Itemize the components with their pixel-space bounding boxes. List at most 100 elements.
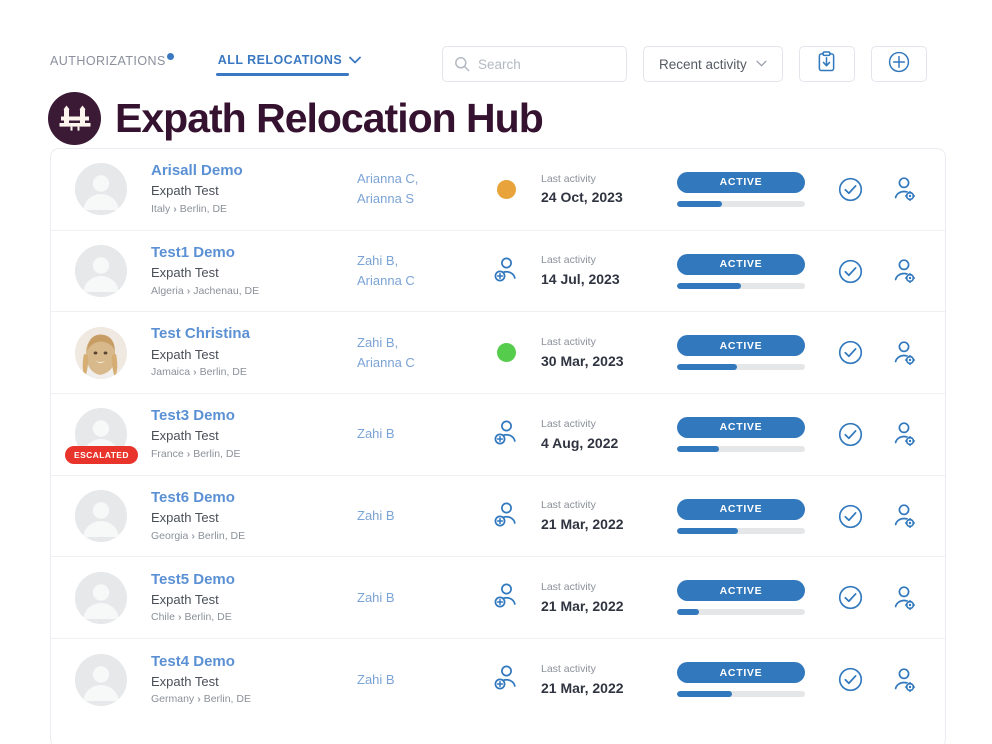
person-name[interactable]: Arisall Demo (151, 161, 351, 181)
assignee-name[interactable]: Zahi B (357, 506, 477, 526)
last-activity: Last activity 21 Mar, 2022 (541, 497, 661, 534)
table-row[interactable]: Test6 Demo Expath Test Georgia › Berlin, DE Z… (51, 476, 945, 558)
person-name[interactable]: Test6 Demo (151, 488, 351, 508)
last-activity-date: 4 Aug, 2022 (541, 434, 619, 451)
manage-user-gear-icon[interactable] (891, 258, 917, 284)
person-add-icon[interactable] (493, 256, 519, 287)
progress-bar-fill (677, 527, 739, 534)
status-badge: ACTIVE (677, 335, 805, 357)
table-row[interactable]: Test Christina Expath Test Jamaica › Berlin,… (51, 312, 945, 395)
assignee-name[interactable]: Arianna C (357, 353, 477, 373)
search-input[interactable] (478, 48, 655, 80)
progress-bar (677, 364, 805, 371)
approve-check-icon[interactable] (838, 259, 863, 284)
assignee-name[interactable]: Arianna C, (357, 169, 477, 189)
progress-bar (677, 200, 805, 207)
manage-user-gear-icon[interactable] (891, 421, 917, 447)
progress-column: ACTIVE (677, 662, 805, 698)
route-arrow-icon: › (186, 284, 191, 297)
person-name[interactable]: Test4 Demo (151, 652, 351, 672)
person-add-icon[interactable] (493, 501, 519, 532)
manage-user-gear-icon[interactable] (891, 585, 917, 611)
status-mark (477, 582, 535, 613)
manage-user-gear-icon[interactable] (891, 503, 917, 529)
assignees: Zahi B (357, 424, 477, 444)
person-info: Test3 Demo Expath Test France › Berlin, DE (151, 406, 351, 463)
assignee-name[interactable]: Arianna S (357, 189, 477, 209)
person-add-icon[interactable] (493, 582, 519, 613)
assignee-name[interactable]: Zahi B (357, 588, 477, 608)
person-add-icon[interactable] (493, 419, 519, 450)
avatar[interactable] (75, 245, 127, 298)
avatar-wrapper (75, 653, 127, 706)
last-activity: Last activity 30 Mar, 2023 (541, 334, 661, 371)
approve-check-icon[interactable] (838, 177, 863, 202)
person-info: Test Christina Expath Test Jamaica › Berlin,… (151, 324, 351, 381)
avatar[interactable] (75, 326, 127, 379)
approve-check-icon[interactable] (838, 340, 863, 365)
avatar-wrapper (75, 490, 127, 543)
status-mark (477, 256, 535, 287)
manage-user-gear-icon[interactable] (891, 176, 917, 202)
search-box[interactable] (442, 46, 672, 82)
progress-bar-fill (677, 609, 699, 616)
chevron-down-icon (756, 58, 767, 70)
tab-all-relocations[interactable]: ALL RELOCATIONS (215, 53, 363, 76)
search-icon (454, 56, 470, 72)
row-actions (838, 667, 923, 693)
tab-authorizations-label: AUTHORIZATIONS (50, 54, 166, 69)
relocation-route: Italy › Berlin, DE (151, 202, 228, 215)
status-badge: ACTIVE (677, 662, 805, 684)
approve-check-icon[interactable] (838, 667, 863, 692)
approve-check-icon[interactable] (838, 585, 863, 610)
app-page: AUTHORIZATIONS ALL RELOCATIONS Search Re… (0, 0, 992, 744)
person-name[interactable]: Test Christina (151, 324, 351, 344)
assignee-name[interactable]: Zahi B (357, 424, 477, 444)
route-arrow-icon: › (197, 693, 201, 706)
relocation-route: Algeria › Jachenau, DE (151, 284, 260, 297)
relocation-route: Chile › Berlin, DE (151, 611, 232, 624)
person-name[interactable]: Test1 Demo (151, 243, 351, 263)
person-org: Expath Test (151, 591, 219, 607)
person-name[interactable]: Test3 Demo (151, 406, 351, 426)
avatar[interactable] (75, 571, 127, 624)
status-mark (477, 501, 535, 532)
route-arrow-icon: › (191, 529, 195, 542)
add-button[interactable] (870, 46, 927, 82)
sort-dropdown[interactable]: Recent activity (643, 46, 783, 82)
tab-authorizations[interactable]: AUTHORIZATIONS (48, 52, 176, 77)
assignee-name[interactable]: Arianna C (357, 271, 477, 291)
avatar-wrapper (75, 326, 127, 379)
table-row[interactable]: Test4 Demo Expath Test Germany › Berlin, DE Z… (51, 639, 945, 721)
manage-user-gear-icon[interactable] (891, 667, 917, 693)
avatar[interactable] (75, 490, 127, 543)
relocation-route: Georgia › Berlin, DE (151, 529, 246, 542)
avatar-wrapper: ESCALATED (65, 408, 138, 465)
table-row[interactable]: Arisall Demo Expath Test Italy › Berlin, DE A… (51, 149, 945, 231)
assignee-name[interactable]: Zahi B (357, 670, 477, 690)
route-arrow-icon: › (193, 366, 197, 379)
progress-bar-fill (677, 691, 733, 698)
assignee-name[interactable]: Zahi B, (357, 251, 477, 271)
table-row[interactable]: Test5 Demo Expath Test Chile › Berlin, DE Zah… (51, 557, 945, 640)
table-row[interactable]: ESCALATED Test3 Demo Expath Test France › Ber… (51, 394, 945, 476)
assignee-name[interactable]: Zahi B, (357, 333, 477, 353)
progress-column: ACTIVE (677, 335, 805, 371)
progress-bar (677, 282, 805, 289)
assignees: Zahi B (357, 506, 477, 526)
table-row[interactable]: Test1 Demo Expath Test Algeria › Jachenau, D… (51, 231, 945, 313)
avatar[interactable] (75, 653, 127, 706)
route-arrow-icon: › (177, 611, 182, 624)
avatar[interactable] (75, 163, 127, 216)
last-activity: Last activity 24 Oct, 2023 (541, 171, 661, 208)
export-button[interactable] (798, 46, 855, 82)
person-org: Expath Test (151, 428, 219, 444)
person-org: Expath Test (151, 673, 219, 689)
progress-column: ACTIVE (677, 580, 805, 616)
approve-check-icon[interactable] (838, 422, 863, 447)
person-info: Test4 Demo Expath Test Germany › Berlin, DE (151, 652, 351, 709)
manage-user-gear-icon[interactable] (891, 340, 917, 366)
approve-check-icon[interactable] (838, 504, 863, 529)
person-name[interactable]: Test5 Demo (151, 570, 351, 590)
person-add-icon[interactable] (493, 664, 519, 695)
